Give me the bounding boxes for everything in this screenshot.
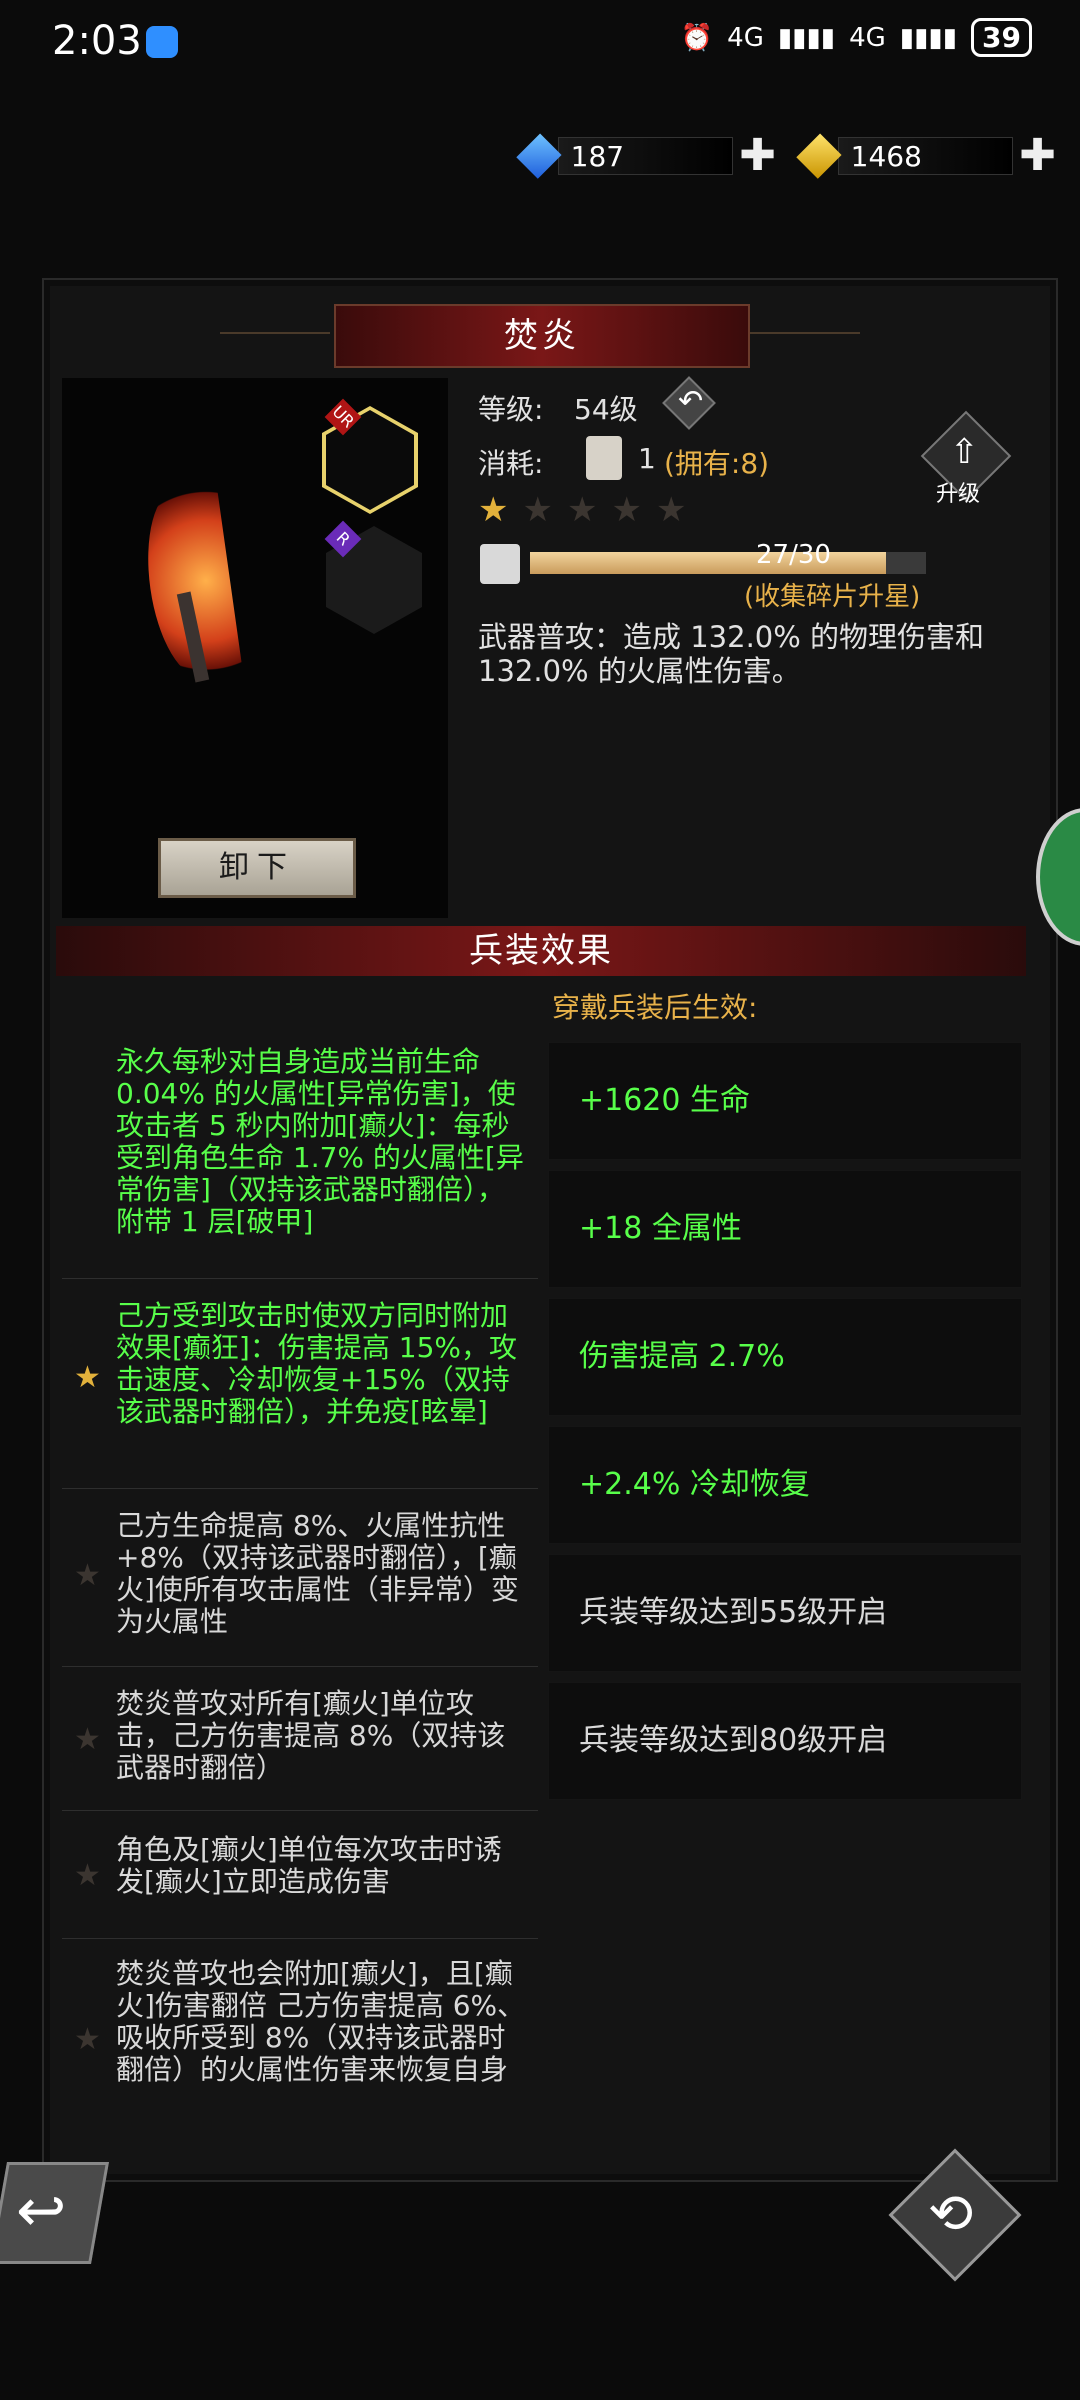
stat-box-5: 兵装等级达到55级开启	[548, 1554, 1022, 1672]
star-icon: ★	[611, 490, 642, 530]
undo-icon: ↶	[678, 384, 704, 419]
unequip-button[interactable]: 卸下	[158, 838, 356, 898]
effects-header: 兵装效果	[56, 926, 1026, 976]
star-icon: ★	[478, 490, 509, 530]
title-divider-left	[220, 332, 330, 334]
cost-label: 消耗:	[478, 447, 544, 480]
effect-text-2: 己方受到攻击时使双方同时附加效果[癫狂]：伤害提高 15%，攻击速度、冷却恢复+…	[116, 1299, 517, 1428]
level-label: 等级:	[478, 393, 544, 426]
star-icon: ★	[522, 490, 553, 530]
add-blue-gem-button[interactable]: ✚	[739, 134, 776, 178]
effect-item-5: ★ 角色及[癫火]单位每次攻击时诱发[癫火]立即造成伤害	[62, 1810, 538, 1939]
arrow-up-icon: ⇧	[950, 432, 979, 472]
weapon-description: 武器普攻：造成 132.0% 的物理伤害和132.0% 的火属性伤害。	[478, 620, 985, 688]
fragment-progress-bar	[530, 552, 926, 574]
stat-box-1: +1620 生命	[548, 1042, 1022, 1160]
stat-text-5: 兵装等级达到55级开启	[579, 1595, 888, 1630]
fragment-count: 27/30	[756, 540, 831, 570]
weather-app-icon	[146, 26, 178, 58]
stat-box-2: +18 全属性	[548, 1170, 1022, 1288]
status-time: 2:03	[52, 18, 142, 64]
swap-icon: ⟲	[928, 2182, 974, 2245]
effect-item-3: ★ 己方生命提高 8%、火属性抗性+8%（双持该武器时翻倍），[癫火]使所有攻击…	[62, 1488, 538, 1667]
stat-box-4: +2.4% 冷却恢复	[548, 1426, 1022, 1544]
star-icon: ★	[74, 1558, 101, 1593]
signal-2: 4G	[849, 22, 886, 53]
blue-gem-currency: 187 ✚	[516, 133, 776, 179]
wear-effect-label: 穿戴兵装后生效:	[552, 991, 758, 1024]
effect-text-3: 己方生命提高 8%、火属性抗性+8%（双持该武器时翻倍），[癫火]使所有攻击属性…	[116, 1509, 519, 1638]
stat-box-6: 兵装等级达到80级开启	[548, 1682, 1022, 1800]
effect-item-2: ★ 己方受到攻击时使双方同时附加效果[癫狂]：伤害提高 15%，攻击速度、冷却恢…	[62, 1278, 538, 1489]
stat-text-1: +1620 生命	[579, 1083, 751, 1118]
stat-text-2: +18 全属性	[579, 1211, 742, 1246]
title-divider-right	[750, 332, 860, 334]
puzzle-piece-icon	[480, 544, 520, 584]
add-gold-gem-button[interactable]: ✚	[1019, 134, 1056, 178]
gold-gem-icon	[796, 133, 842, 179]
effect-item-1: 永久每秒对自身造成当前生命0.04% 的火属性[异常伤害]，使攻击者 5 秒内附…	[62, 1032, 538, 1279]
battery-indicator: 39	[971, 18, 1032, 57]
fragment-item-icon	[586, 436, 622, 480]
alarm-icon: ⏰	[680, 22, 714, 53]
fragment-progress-fill	[530, 552, 887, 574]
stat-text-3: 伤害提高 2.7%	[579, 1339, 785, 1374]
blue-gem-amount: 187	[557, 137, 734, 175]
status-indicators: ⏰ 4G ▮▮▮▮ 4G ▮▮▮▮ 39	[681, 18, 1032, 57]
cost-amount: 1	[638, 442, 656, 475]
weapon-title: 焚炎	[334, 304, 750, 368]
stat-text-4: +2.4% 冷却恢复	[579, 1467, 810, 1502]
gold-gem-currency: 1468 ✚	[796, 133, 1056, 179]
effect-item-6: ★ 焚炎普攻也会附加[癫火]，且[癫火]伤害翻倍 己方伤害提高 6%、吸收所受到…	[62, 1938, 538, 2148]
signal-1: 4G	[727, 22, 764, 53]
stat-box-3: 伤害提高 2.7%	[548, 1298, 1022, 1416]
effect-item-4: ★ 焚炎普攻对所有[癫火]单位攻击，己方伤害提高 8%（双持该武器时翻倍）	[62, 1666, 538, 1811]
effect-text-5: 角色及[癫火]单位每次攻击时诱发[癫火]立即造成伤害	[116, 1833, 502, 1898]
star-icon: ★	[655, 490, 687, 530]
star-icon: ★	[74, 1722, 101, 1757]
star-icon: ★	[74, 1858, 101, 1893]
back-arrow-icon: ↩	[16, 2176, 67, 2246]
effect-text-6: 焚炎普攻也会附加[癫火]，且[癫火]伤害翻倍 己方伤害提高 6%、吸收所受到 8…	[116, 1957, 526, 2086]
star-icon: ★	[74, 2022, 101, 2057]
effect-text-4: 焚炎普攻对所有[癫火]单位攻击，己方伤害提高 8%（双持该武器时翻倍）	[116, 1687, 506, 1784]
fragment-hint: (收集碎片升星)	[744, 582, 921, 612]
upgrade-label: 升级	[936, 482, 981, 507]
star-icon: ★	[566, 490, 598, 530]
rarity-badge-r-text: R	[332, 527, 355, 550]
effect-text-1: 永久每秒对自身造成当前生命0.04% 的火属性[异常伤害]，使攻击者 5 秒内附…	[116, 1045, 524, 1238]
stat-text-6: 兵装等级达到80级开启	[579, 1723, 888, 1758]
owned-count: (拥有:8)	[664, 447, 770, 480]
gold-gem-amount: 1468	[837, 137, 1014, 175]
blue-gem-icon	[516, 133, 562, 179]
signal-bars-icon: ▮▮▮▮	[777, 22, 836, 53]
signal-bars-icon-2: ▮▮▮▮	[899, 22, 958, 53]
level-value: 54级	[574, 393, 638, 426]
star-rating: ★ ★ ★ ★ ★	[478, 490, 686, 530]
star-icon: ★	[74, 1360, 101, 1395]
